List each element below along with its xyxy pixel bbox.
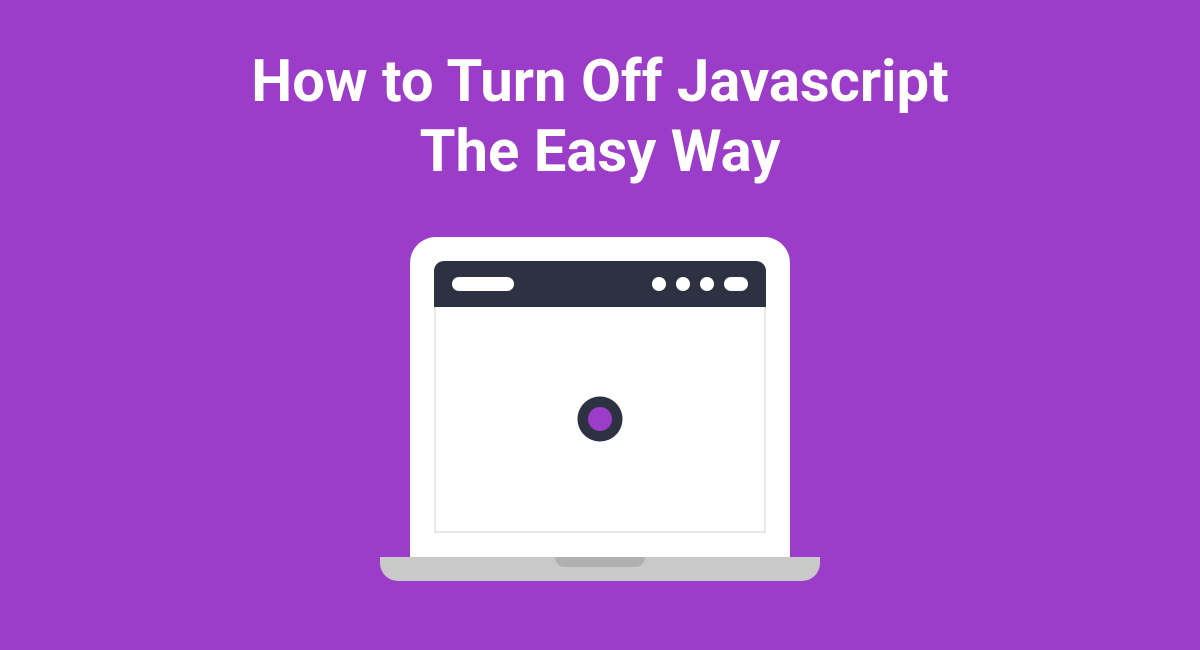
page-title: How to Turn Off Javascript The Easy Way [251, 48, 948, 187]
browser-window-controls [652, 277, 748, 291]
browser-address-pill [452, 277, 514, 291]
title-line-1: How to Turn Off Javascript [251, 48, 948, 116]
browser-dot-icon [676, 277, 690, 291]
browser-dash-icon [724, 277, 748, 291]
browser-content-area [434, 307, 766, 533]
title-line-2: The Easy Way [420, 118, 781, 186]
browser-title-bar [434, 261, 766, 307]
laptop-hinge-notch [555, 557, 645, 567]
browser-dot-icon [700, 277, 714, 291]
laptop-illustration [380, 237, 820, 607]
browser-dot-icon [652, 277, 666, 291]
gear-icon [525, 344, 675, 494]
laptop-screen [410, 237, 790, 557]
laptop-base [380, 557, 820, 581]
